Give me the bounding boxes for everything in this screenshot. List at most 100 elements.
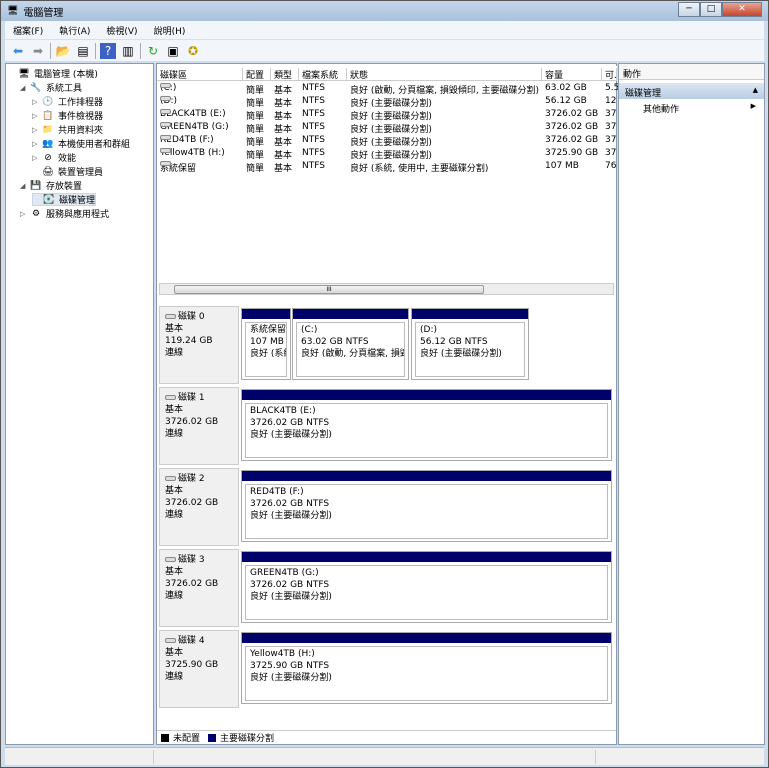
cell-text: NTFS [302,161,325,171]
menu-file[interactable]: 檔案(F) [5,24,51,37]
table-row[interactable]: GREEN4TB (G:) 簡單 基本 NTFS 良好 (主要磁碟分割) 3726.02 … [157,122,617,135]
menu-help[interactable]: 說明(H) [146,24,194,37]
expand-arrow-icon[interactable]: ◢ [20,182,30,190]
tree-item[interactable]: ▷ 👥 本機使用者和群組 [32,137,131,151]
expand-arrow-icon[interactable]: ▷ [32,112,42,120]
disk-label[interactable]: 磁碟 4 基本 3725.90 GB 連線 [159,630,239,708]
cell-text: NTFS [302,109,325,119]
help-icon[interactable]: ? [100,42,116,59]
table-cell: 基本 [274,135,292,148]
table-cell: 37 [605,109,616,119]
expand-arrow-icon[interactable]: ▷ [32,154,42,162]
tree-item[interactable]: ▷ ⊘ 效能 [32,151,76,165]
tree-item[interactable]: ▷ 🕒 工作排程器 [32,95,103,109]
column-header[interactable]: 狀態 [347,68,542,81]
navigation-tree: 🖥 電腦管理 (本機) ◢ 🔧 系統工具 ▷ 🕒 工作排程器 ▷ 📋 事件檢視器 ▷ 📁 共用資料夾 ▷ 👥 本… [5,63,154,745]
cell-text: 良好 (啟動, 分頁檔案, 損毀傾印, 主要磁碟分割) [350,86,540,96]
horizontal-scrollbar[interactable]: III [159,283,614,295]
cell-text: NTFS [302,83,325,93]
rescan-disks-icon[interactable]: ✪ [185,43,201,59]
partition-name: Yellow4TB (H:) [250,649,315,659]
cell-text: 37 [605,135,617,145]
partition-size: 3726.02 GB NTFS [250,499,330,509]
tree-item[interactable]: ▷ ⚙ 服務與應用程式 [20,207,109,221]
more-actions-label: 其他動作 [643,105,680,115]
table-row[interactable]: BLACK4TB (E:) 簡單 基本 NTFS 良好 (主要磁碟分割) 3726.02 … [157,109,617,122]
disk-icon [165,314,176,319]
tree-item[interactable]: ◢ 💾 存放裝置 [20,179,82,193]
expand-arrow-icon[interactable]: ▷ [20,210,30,218]
table-cell: Yellow4TB (H:) [160,148,225,158]
cell-text: 簡單 [246,138,265,148]
menu-view[interactable]: 檢視(V) [98,24,145,37]
refresh-icon[interactable]: ↻ [145,43,161,59]
table-cell: 良好 (啟動, 分頁檔案, 損毀傾印, 主要磁碟分割) [350,83,539,96]
table-cell: 良好 (系統, 使用中, 主要磁碟分割) [350,161,488,174]
expand-arrow-icon[interactable]: ▷ [32,140,42,148]
partition[interactable]: 系統保留 107 MB NTFS 良好 (系統, 使用中, 主要磁碟分割) [241,308,291,380]
tree-item[interactable]: 🖥 電腦管理 (本機) [8,67,98,81]
partition[interactable]: (D:) 56.12 GB NTFS 良好 (主要磁碟分割) [411,308,529,380]
table-cell: 簡單 [246,161,264,174]
table-row[interactable]: (C:) 簡單 基本 NTFS 良好 (啟動, 分頁檔案, 損毀傾印, 主要磁碟分割) 6… [157,83,619,96]
forward-arrow-icon[interactable]: ➡ [30,43,46,59]
expand-arrow-icon[interactable]: ▷ [32,98,42,106]
cell-text: 良好 (主要磁碟分割) [350,138,432,148]
tree-item[interactable]: 🖨 裝置管理員 [32,165,103,179]
partition-bar [242,390,611,400]
disk-label[interactable]: 磁碟 3 基本 3726.02 GB 連線 [159,549,239,627]
properties-icon[interactable]: ▣ [165,43,181,59]
table-cell: 良好 (主要磁碟分割) [350,148,432,161]
table-row[interactable]: 系統保留 簡單 基本 NTFS 良好 (系統, 使用中, 主要磁碟分割) 107 MB 76 [157,161,617,174]
tree-item[interactable]: ▷ 📁 共用資料夾 [32,123,103,137]
disk-label[interactable]: 磁碟 2 基本 3726.02 GB 連線 [159,468,239,546]
table-cell: 3726.02 GB [545,109,598,119]
disk-label[interactable]: 磁碟 0 基本 119.24 GB 連線 [159,306,239,384]
disk-label[interactable]: 磁碟 1 基本 3726.02 GB 連線 [159,387,239,465]
column-header[interactable]: 可. [602,68,617,81]
menu-action[interactable]: 執行(A) [51,24,98,37]
table-row[interactable]: Yellow4TB (H:) 簡單 基本 NTFS 良好 (主要磁碟分割) 3725.90… [157,148,617,161]
partition[interactable]: Yellow4TB (H:) 3725.90 GB NTFS 良好 (主要磁碟分割) [241,632,612,704]
cell-text: 63.02 GB [545,83,587,93]
partition-info: (D:) 56.12 GB NTFS 良好 (主要磁碟分割) [415,322,525,377]
tree-item[interactable]: ◢ 🔧 系統工具 [20,81,82,95]
cell-text: 107 MB [545,161,579,171]
cell-text: 簡單 [246,112,265,122]
more-actions-item[interactable]: 其他動作 ▶ [619,99,764,115]
maximize-button[interactable]: □ [700,2,722,17]
disk-type: 基本 [165,324,184,334]
cell-text: 3726.02 GB [545,135,599,145]
expand-arrow-icon[interactable]: ▷ [32,126,42,134]
tree-item[interactable]: ▷ 📋 事件檢視器 [32,109,103,123]
table-row[interactable]: (D:) 簡單 基本 NTFS 良好 (主要磁碟分割) 56.12 GB 12 [157,96,617,109]
volume-list-header: 磁碟區 配置 類型 檔案系統 狀態 容量 可. [157,66,617,81]
expand-arrow-icon[interactable]: ◢ [20,84,30,92]
cell-text: 良好 (主要磁碟分割) [350,151,432,161]
column-header[interactable]: 容量 [542,68,602,81]
disk-name-text: 磁碟 0 [178,312,205,322]
column-header[interactable]: 配置 [243,68,271,81]
back-arrow-icon[interactable]: ⬅ [10,43,26,59]
up-folder-icon[interactable]: 📂 [55,43,71,59]
tree-item[interactable]: 💽 磁碟管理 [32,193,97,206]
minimize-button[interactable]: ─ [678,2,700,17]
table-row[interactable]: RED4TB (F:) 簡單 基本 NTFS 良好 (主要磁碟分割) 3726.02 GB… [157,135,617,148]
tree-item-label: 本機使用者和群組 [58,140,131,150]
scrollbar-thumb[interactable]: III [174,285,484,294]
partition-name: (D:) [420,325,437,335]
column-header[interactable]: 檔案系統 [299,68,347,81]
column-header[interactable]: 類型 [271,68,299,81]
partition[interactable]: RED4TB (F:) 3726.02 GB NTFS 良好 (主要磁碟分割) [241,470,612,542]
show-hide-tree-icon[interactable]: ▤ [75,43,91,59]
table-cell: 37 [605,148,616,158]
actions-section-disk-management[interactable]: 磁碟管理 ▲ [619,83,764,99]
column-header[interactable]: 磁碟區 [157,68,243,81]
show-hide-action-pane-icon[interactable]: ▥ [120,43,136,59]
partition[interactable]: GREEN4TB (G:) 3726.02 GB NTFS 良好 (主要磁碟分割) [241,551,612,623]
collapse-arrow-icon[interactable]: ▲ [753,86,758,94]
close-button[interactable]: ✕ [722,2,762,17]
partition-status: 良好 (主要磁碟分割) [250,592,332,602]
partition[interactable]: BLACK4TB (E:) 3726.02 GB NTFS 良好 (主要磁碟分割) [241,389,612,461]
partition[interactable]: (C:) 63.02 GB NTFS 良好 (啟動, 分頁檔案, 損毀傾印, 主要磁… [292,308,409,380]
